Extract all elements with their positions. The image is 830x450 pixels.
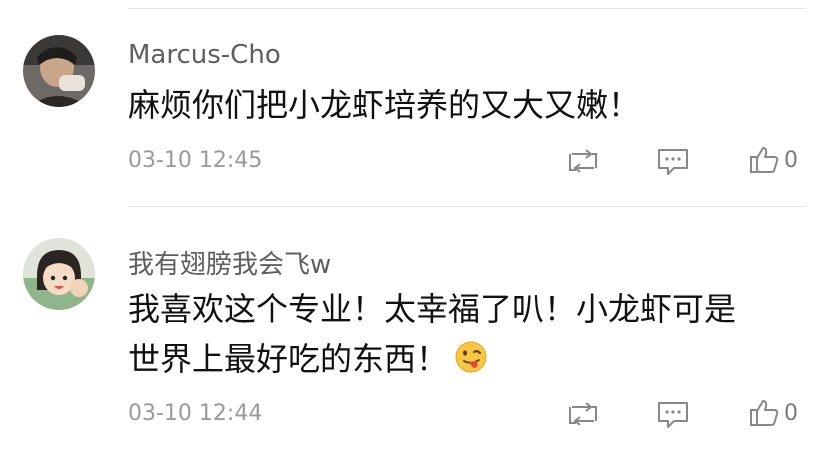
- tongue-emoji-icon: [455, 341, 487, 373]
- thumbs-up-icon: [750, 147, 779, 173]
- comment-text: 我喜欢这个专业！太幸福了叭！小龙虾可是 世界上最好吃的东西！: [128, 284, 808, 384]
- timestamp: 03-10 12:44: [128, 401, 263, 426]
- reply-button[interactable]: [656, 146, 690, 176]
- forward-icon: [569, 402, 597, 426]
- like-count: 0: [784, 147, 798, 173]
- forward-icon: [569, 149, 597, 173]
- comment-text: 麻烦你们把小龙虾培养的又大又嫩！: [128, 80, 808, 130]
- comment-divider: [128, 206, 806, 207]
- like-count: 0: [784, 400, 798, 426]
- top-divider: [128, 8, 806, 9]
- comment-text-line: 世界上最好吃的东西！: [128, 340, 449, 378]
- comment-text-line-with-emoji: 世界上最好吃的东西！: [128, 334, 808, 384]
- forward-button[interactable]: [566, 399, 600, 429]
- comment-icon: [658, 402, 688, 428]
- like-button[interactable]: 0: [748, 397, 798, 429]
- avatar[interactable]: [23, 35, 95, 107]
- comment-text-line: 我喜欢这个专业！太幸福了叭！小龙虾可是: [128, 290, 737, 328]
- comment-icon: [658, 149, 688, 175]
- username[interactable]: 我有翅膀我会飞w: [128, 244, 331, 281]
- avatar[interactable]: [23, 238, 95, 310]
- like-button[interactable]: 0: [748, 144, 798, 176]
- thumbs-up-icon: [750, 400, 779, 426]
- reply-button[interactable]: [656, 399, 690, 429]
- forward-button[interactable]: [566, 146, 600, 176]
- username[interactable]: Marcus-Cho: [128, 40, 281, 70]
- timestamp: 03-10 12:45: [128, 148, 263, 173]
- comment-text-line: 麻烦你们把小龙虾培养的又大又嫩！: [128, 86, 641, 124]
